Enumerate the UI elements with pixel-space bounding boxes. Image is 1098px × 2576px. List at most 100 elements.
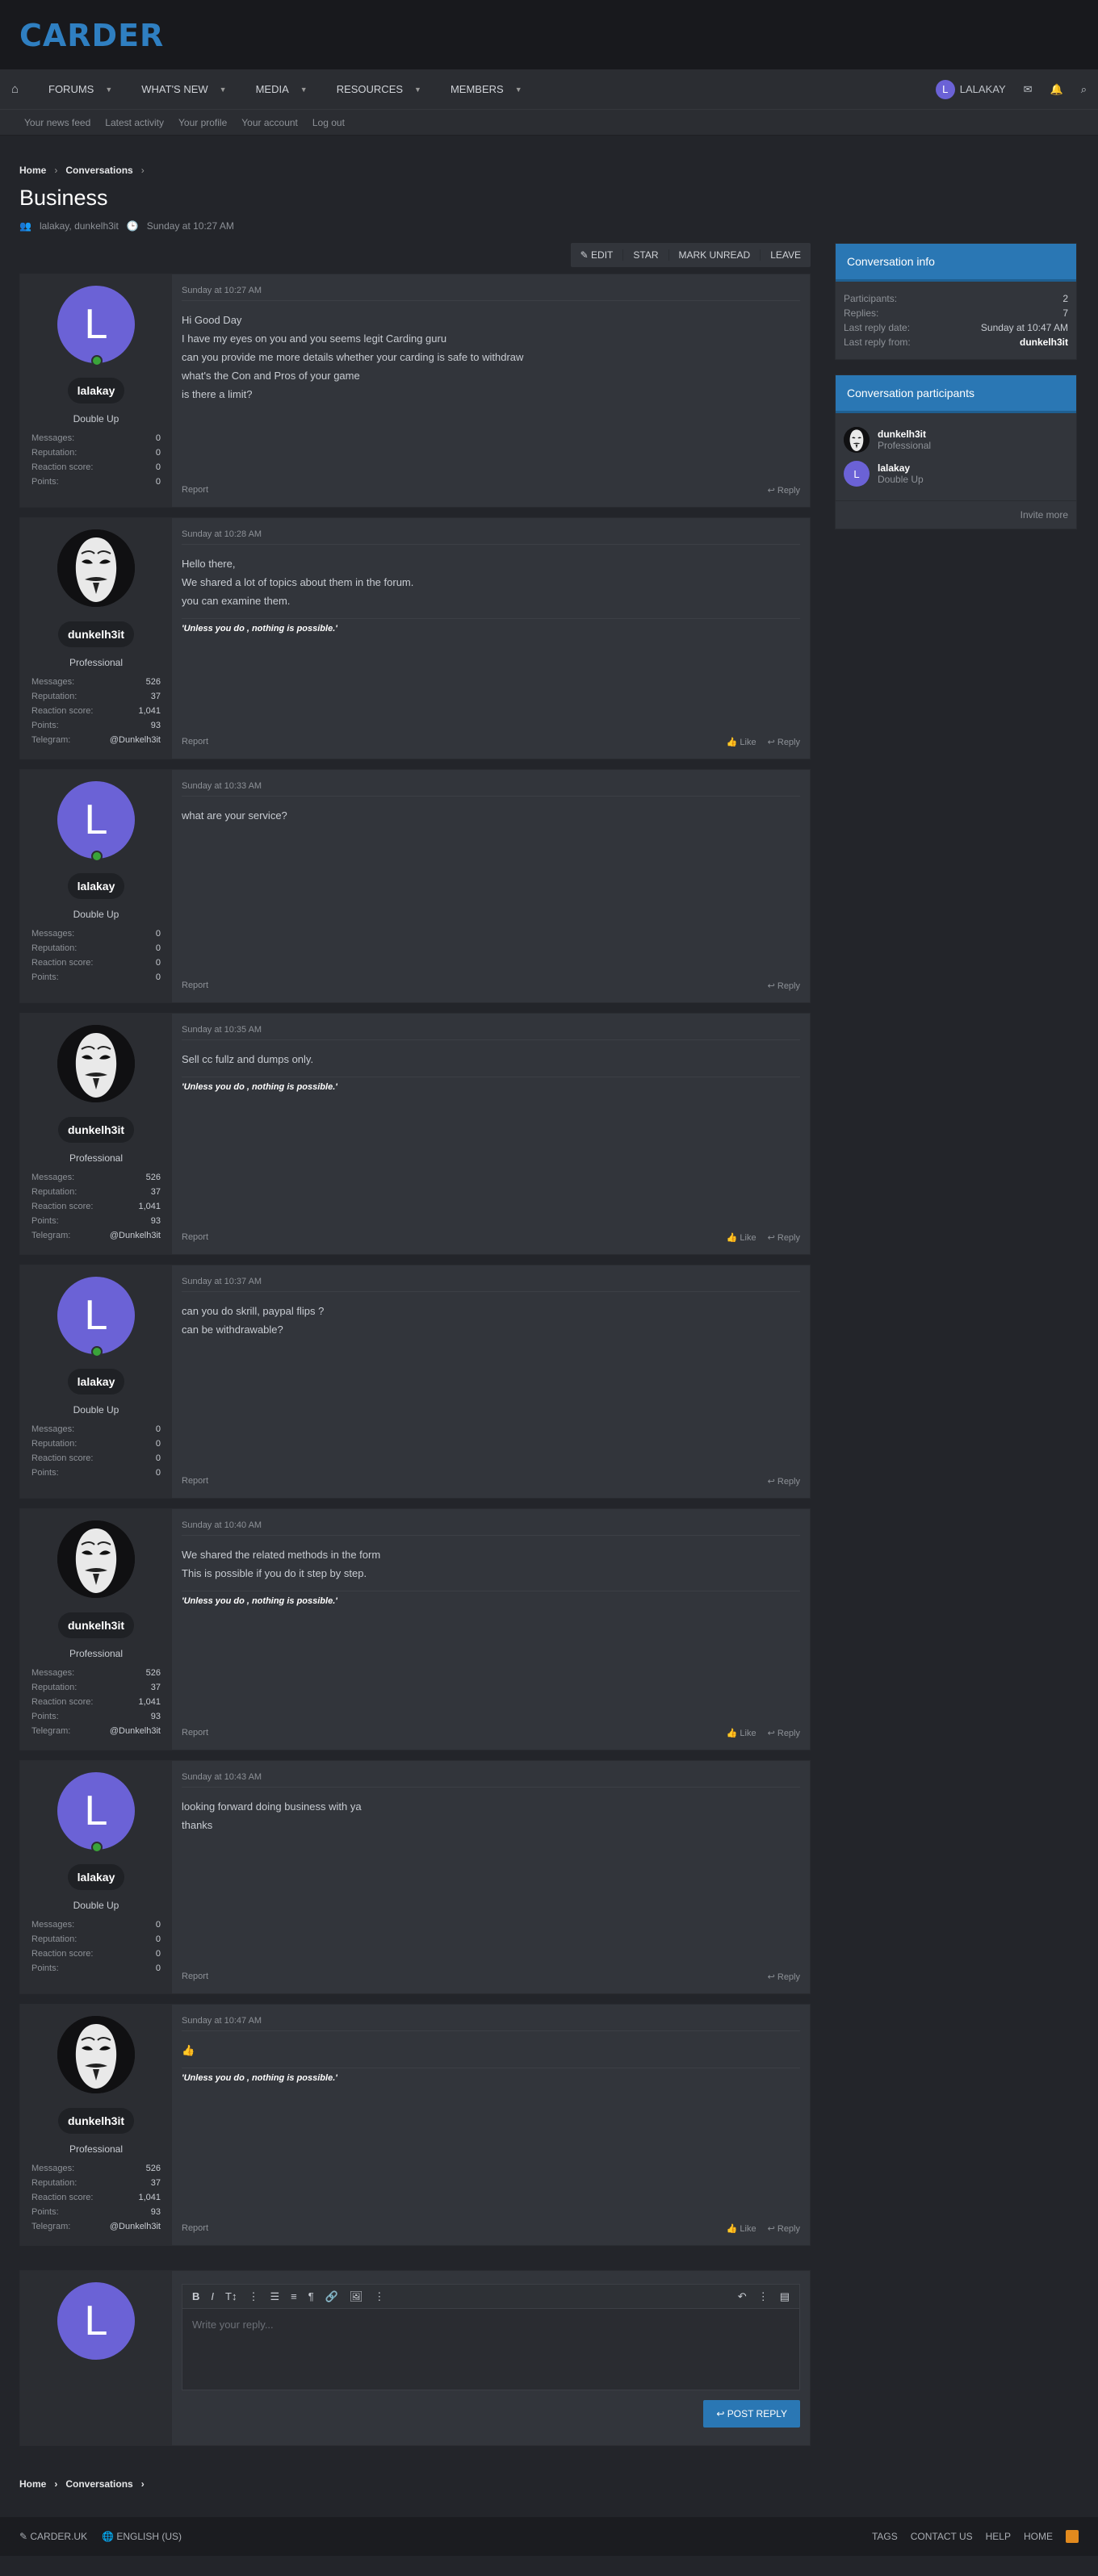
subnav-logout[interactable]: Log out — [312, 117, 345, 128]
reply-button[interactable]: ↩ Reply — [768, 485, 800, 496]
username[interactable]: lalakay — [67, 873, 125, 899]
account-menu[interactable]: L LALAKAY — [935, 79, 1006, 99]
post-reply-button[interactable]: ↩ POST REPLY — [703, 2400, 800, 2428]
username[interactable]: dunkelh3it — [57, 1117, 134, 1143]
rss-icon[interactable] — [1066, 2530, 1079, 2543]
undo-icon[interactable]: ↶ — [738, 2290, 747, 2303]
footer-home[interactable]: HOME — [1024, 2531, 1053, 2542]
participant-name[interactable]: dunkelh3it — [878, 429, 931, 440]
message-date[interactable]: Sunday at 10:28 AM — [182, 529, 800, 545]
nav-media[interactable]: MEDIA ▼ — [241, 83, 322, 95]
home-icon[interactable]: ⌂ — [11, 82, 34, 96]
message-date[interactable]: Sunday at 10:33 AM — [182, 781, 800, 797]
subnav-profile[interactable]: Your profile — [178, 117, 227, 128]
message-date[interactable]: Sunday at 10:27 AM — [182, 286, 800, 301]
message-date[interactable]: Sunday at 10:43 AM — [182, 1772, 800, 1788]
edit-button[interactable]: ✎ EDIT — [571, 249, 624, 261]
align-icon[interactable]: ≡ — [291, 2290, 297, 2302]
username[interactable]: dunkelh3it — [57, 1612, 134, 1638]
last-reply-user[interactable]: dunkelh3it — [1020, 337, 1068, 348]
avatar[interactable]: L — [57, 1772, 135, 1853]
bell-icon[interactable]: 🔔 — [1050, 83, 1063, 96]
username[interactable]: lalakay — [67, 1369, 125, 1395]
mask-avatar[interactable] — [57, 529, 135, 607]
footer-site-link[interactable]: ✎ CARDER.UK — [19, 2531, 87, 2542]
avatar[interactable]: L — [844, 461, 870, 487]
breadcrumb-home[interactable]: Home — [19, 2478, 46, 2490]
subnav-news-feed[interactable]: Your news feed — [24, 117, 90, 128]
text-size-icon[interactable]: T↕ — [225, 2290, 237, 2302]
username[interactable]: dunkelh3it — [57, 2108, 134, 2134]
reply-button[interactable]: ↩ Reply — [768, 1476, 800, 1487]
mark-unread-button[interactable]: MARK UNREAD — [669, 249, 761, 261]
inbox-icon[interactable]: ✉ — [1024, 83, 1033, 96]
avatar[interactable]: L — [57, 1277, 135, 1357]
report-link[interactable]: Report — [182, 737, 208, 747]
italic-icon[interactable]: I — [211, 2290, 214, 2302]
search-icon[interactable]: ⌕ — [1081, 83, 1087, 96]
like-button[interactable]: 👍 Like — [727, 737, 756, 747]
avatar[interactable]: L — [57, 781, 135, 862]
avatar[interactable]: L — [57, 286, 135, 366]
like-button[interactable]: 👍 Like — [727, 1232, 756, 1243]
report-link[interactable]: Report — [182, 1232, 208, 1243]
reply-button[interactable]: ↩ Reply — [768, 1972, 800, 1982]
reply-button[interactable]: ↩ Reply — [768, 737, 800, 747]
participants-list[interactable]: lalakay, dunkelh3it — [40, 220, 119, 232]
breadcrumb-home[interactable]: Home — [19, 165, 46, 176]
message-date[interactable]: Sunday at 10:37 AM — [182, 1277, 800, 1292]
reply-button[interactable]: ↩ Reply — [768, 2223, 800, 2234]
report-link[interactable]: Report — [182, 1728, 208, 1738]
nav-forums[interactable]: FORUMS ▼ — [34, 83, 127, 95]
message-date[interactable]: Sunday at 10:40 AM — [182, 1520, 800, 1536]
reply-button[interactable]: ↩ Reply — [768, 981, 800, 991]
nav-whats-new[interactable]: WHAT'S NEW ▼ — [127, 83, 241, 95]
footer-contact[interactable]: CONTACT US — [911, 2531, 973, 2542]
like-button[interactable]: 👍 Like — [727, 2223, 756, 2234]
language-chooser[interactable]: 🌐 ENGLISH (US) — [102, 2531, 182, 2542]
reply-input[interactable]: Write your reply... — [182, 2308, 800, 2390]
message-date[interactable]: Sunday at 10:35 AM — [182, 1025, 800, 1040]
username[interactable]: lalakay — [67, 1864, 125, 1890]
bold-icon[interactable]: B — [192, 2290, 199, 2302]
nav-resources[interactable]: RESOURCES ▼ — [322, 83, 436, 95]
username[interactable]: lalakay — [67, 378, 125, 404]
nav-members[interactable]: MEMBERS ▼ — [436, 83, 537, 95]
report-link[interactable]: Report — [182, 485, 208, 496]
reply-button[interactable]: ↩ Reply — [768, 1728, 800, 1738]
more-options-icon[interactable]: ⋮ — [374, 2290, 384, 2303]
report-link[interactable]: Report — [182, 1476, 208, 1487]
like-button[interactable]: 👍 Like — [727, 1728, 756, 1738]
more-options-icon[interactable]: ⋮ — [758, 2290, 769, 2303]
subnav-latest-activity[interactable]: Latest activity — [105, 117, 164, 128]
breadcrumb-conversations[interactable]: Conversations — [65, 165, 132, 176]
image-icon[interactable]: 🖼 — [350, 2290, 363, 2303]
breadcrumb-conversations[interactable]: Conversations — [65, 2478, 132, 2490]
mask-avatar[interactable] — [57, 2016, 135, 2093]
more-options-icon[interactable]: ⋮ — [248, 2290, 258, 2303]
report-link[interactable]: Report — [182, 2223, 208, 2234]
mask-avatar[interactable] — [844, 427, 870, 453]
participant-item[interactable]: dunkelh3it Professional — [844, 423, 1068, 457]
list-icon[interactable]: ☰ — [270, 2290, 279, 2303]
star-button[interactable]: STAR — [623, 249, 669, 261]
thumbs-up-icon: 👍 — [726, 738, 740, 747]
paragraph-icon[interactable]: ¶ — [308, 2290, 314, 2302]
report-link[interactable]: Report — [182, 1972, 208, 1982]
participant-name[interactable]: lalakay — [878, 462, 924, 474]
invite-more-link[interactable]: Invite more — [836, 500, 1076, 529]
preview-icon[interactable]: ▤ — [780, 2290, 790, 2303]
subnav-account[interactable]: Your account — [241, 117, 298, 128]
footer-help[interactable]: HELP — [986, 2531, 1011, 2542]
reply-button[interactable]: ↩ Reply — [768, 1232, 800, 1243]
site-logo[interactable]: CARDER — [19, 19, 1079, 52]
mask-avatar[interactable] — [57, 1520, 135, 1598]
link-icon[interactable]: 🔗 — [325, 2290, 338, 2303]
mask-avatar[interactable] — [57, 1025, 135, 1102]
footer-tags[interactable]: TAGS — [872, 2531, 898, 2542]
leave-button[interactable]: LEAVE — [761, 249, 811, 261]
report-link[interactable]: Report — [182, 981, 208, 991]
participant-item[interactable]: L lalakay Double Up — [844, 457, 1068, 491]
message-date[interactable]: Sunday at 10:47 AM — [182, 2016, 800, 2031]
username[interactable]: dunkelh3it — [57, 621, 134, 647]
